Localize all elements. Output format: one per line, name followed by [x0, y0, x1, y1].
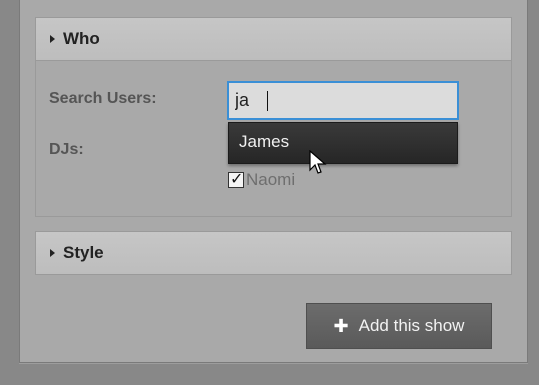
style-section-header[interactable]: Style	[35, 231, 512, 275]
checkmark-icon: ✓	[230, 171, 244, 188]
background: Who Search Users: DJs: James ✓ Naomi Sty…	[0, 0, 539, 385]
who-section-header[interactable]: Who	[35, 17, 512, 61]
add-show-button[interactable]: ✚ Add this show	[306, 303, 492, 349]
style-section-title: Style	[63, 243, 104, 262]
dj-checkbox[interactable]: ✓	[228, 171, 244, 188]
search-users-input[interactable]	[227, 81, 459, 120]
mouse-pointer-icon	[309, 150, 327, 174]
dj-checkbox-row: ✓ Naomi	[228, 170, 295, 190]
triangle-right-icon	[50, 35, 55, 43]
djs-label: DJs:	[49, 141, 84, 158]
who-section-title: Who	[63, 29, 100, 48]
who-section-body: Search Users: DJs: James ✓ Naomi	[35, 61, 512, 217]
text-caret	[267, 91, 268, 111]
dj-checkbox-label: Naomi	[246, 170, 296, 189]
plus-icon: ✚	[333, 315, 349, 336]
autocomplete-option-james[interactable]: James	[229, 123, 457, 163]
autocomplete-dropdown: James	[228, 122, 458, 164]
search-users-label: Search Users:	[49, 90, 157, 107]
add-show-button-label: Add this show	[358, 316, 465, 335]
triangle-right-icon	[50, 249, 55, 257]
